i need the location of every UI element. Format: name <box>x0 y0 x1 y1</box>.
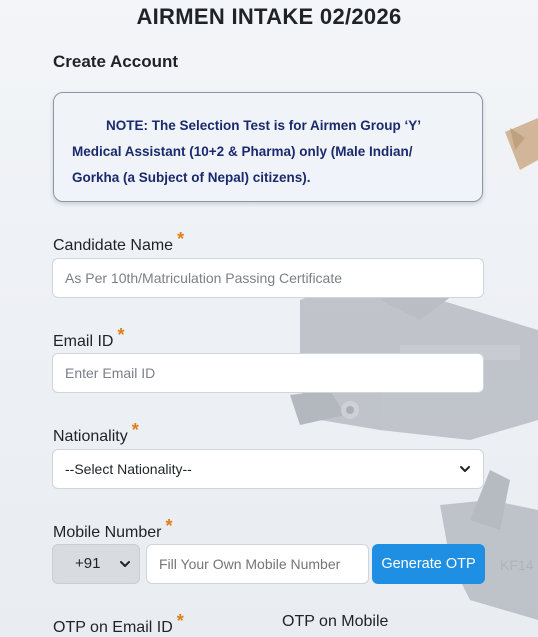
required-mark: * <box>117 325 125 345</box>
nationality-selected-value: --Select Nationality-- <box>65 461 192 477</box>
eligibility-note: NOTE: The Selection Test is for Airmen G… <box>53 92 483 202</box>
mobile-number-input[interactable] <box>146 544 369 584</box>
email-input[interactable] <box>52 353 484 393</box>
otp-mobile-label-text: OTP on Mobile <box>282 613 389 630</box>
generate-otp-button[interactable]: Generate OTP <box>372 544 485 584</box>
otp-email-label-text: OTP on Email ID <box>53 619 173 636</box>
note-line-1: NOTE: The Selection Test is for Airmen G… <box>106 118 422 133</box>
country-code-value: +91 <box>75 555 101 572</box>
candidate-name-input[interactable] <box>52 258 484 298</box>
candidate-name-label-text: Candidate Name <box>53 237 174 254</box>
email-label: Email ID * <box>53 325 124 351</box>
mobile-label-text: Mobile Number <box>53 524 162 541</box>
nationality-select[interactable]: --Select Nationality-- <box>52 449 484 489</box>
required-mark: * <box>177 229 185 249</box>
required-mark: * <box>165 516 173 536</box>
nationality-label-text: Nationality <box>53 428 128 445</box>
page-title: AIRMEN INTAKE 02/2026 <box>136 4 402 29</box>
country-code-select[interactable]: +91 <box>52 544 140 584</box>
otp-email-label: OTP on Email ID * <box>53 611 184 637</box>
note-line-3: Gorkha (a Subject of Nepal) citizens). <box>72 170 311 185</box>
email-label-text: Email ID <box>53 333 114 350</box>
required-mark: * <box>176 611 184 631</box>
otp-mobile-label: OTP on Mobile <box>282 613 388 631</box>
chevron-down-icon <box>120 561 130 567</box>
nationality-label: Nationality * <box>53 420 139 446</box>
candidate-name-label: Candidate Name * <box>53 229 184 255</box>
mobile-label: Mobile Number * <box>53 516 173 542</box>
required-mark: * <box>131 420 139 440</box>
note-line-2: Medical Assistant (10+2 & Pharma) only (… <box>72 144 413 159</box>
chevron-down-icon <box>460 466 470 472</box>
section-title: Create Account <box>53 52 179 71</box>
